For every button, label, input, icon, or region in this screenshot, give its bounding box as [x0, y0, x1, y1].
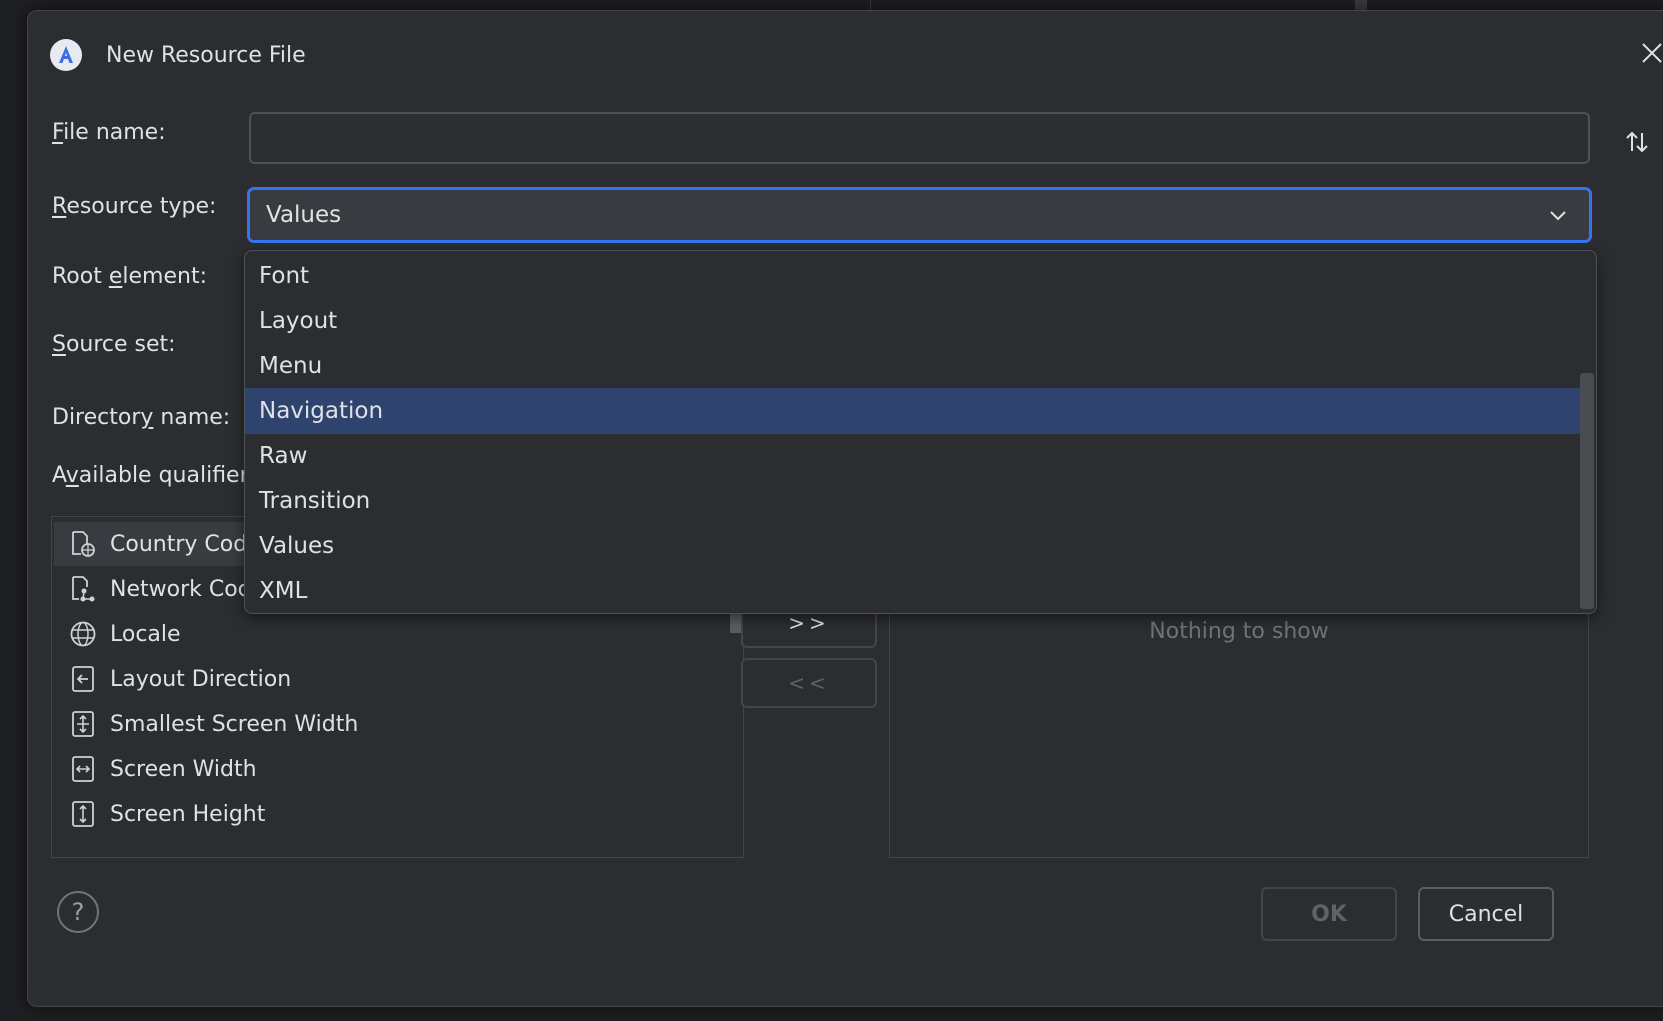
dropdown-option-raw[interactable]: Raw	[245, 433, 1580, 479]
directory-name-label: Directory name:	[52, 405, 231, 430]
dialog-title: New Resource File	[106, 42, 306, 68]
close-icon	[1642, 43, 1662, 63]
screen-height-icon	[68, 799, 98, 829]
network-code-icon	[68, 574, 98, 604]
dropdown-option-layout[interactable]: Layout	[245, 298, 1580, 344]
dropdown-option-values[interactable]: Values	[245, 523, 1580, 569]
chevron-down-icon	[1550, 211, 1566, 221]
help-button[interactable]: ?	[57, 891, 99, 933]
root-element-label: Root element:	[52, 264, 207, 289]
layout-direction-icon	[68, 664, 98, 694]
empty-state-text: Nothing to show	[1149, 619, 1329, 644]
android-studio-logo-icon	[50, 39, 82, 71]
available-qualifiers-label: Available qualifier	[52, 463, 249, 488]
new-resource-file-dialog: New Resource File File name: Resource ty…	[27, 10, 1663, 1007]
dropdown-option-xml[interactable]: XML	[245, 568, 1580, 613]
resource-type-select[interactable]: Values	[247, 187, 1592, 243]
qualifier-item-country-code[interactable]: Country Cod	[54, 522, 264, 566]
sort-toggle-button[interactable]	[1620, 125, 1654, 159]
dropdown-option-transition[interactable]: Transition	[245, 478, 1580, 524]
screen-width-icon	[68, 754, 98, 784]
country-code-icon	[68, 529, 98, 559]
resource-type-label: Resource type:	[52, 194, 217, 219]
globe-icon	[68, 619, 98, 649]
background-editor-strip	[870, 0, 871, 10]
dropdown-scrollbar[interactable]	[1580, 373, 1594, 609]
qualifier-item-screen-width[interactable]: Screen Width	[54, 747, 734, 791]
remove-qualifier-button[interactable]: <<	[741, 658, 877, 708]
resource-type-value: Values	[266, 202, 342, 228]
file-name-input[interactable]	[249, 112, 1590, 164]
title-bar: New Resource File	[50, 35, 306, 75]
sort-arrows-icon	[1626, 131, 1648, 153]
background-editor-strip-2	[1355, 0, 1367, 10]
dropdown-option-navigation[interactable]: Navigation	[245, 388, 1580, 434]
qualifier-item-screen-height[interactable]: Screen Height	[54, 792, 734, 836]
qualifier-item-layout-direction[interactable]: Layout Direction	[54, 657, 734, 701]
dropdown-option-font[interactable]: Font	[245, 253, 1580, 299]
source-set-label: Source set:	[52, 332, 176, 357]
close-button[interactable]	[1632, 33, 1663, 73]
smallest-screen-width-icon	[68, 709, 98, 739]
qualifier-item-locale[interactable]: Locale	[54, 612, 734, 656]
qualifier-item-smallest-screen-width[interactable]: Smallest Screen Width	[54, 702, 734, 746]
cancel-button[interactable]: Cancel	[1418, 887, 1554, 941]
resource-type-dropdown: Font Layout Menu Navigation Raw Transiti…	[244, 250, 1597, 614]
dropdown-option-menu[interactable]: Menu	[245, 343, 1580, 389]
ok-button[interactable]: OK	[1261, 887, 1397, 941]
file-name-label: File name:	[52, 120, 166, 145]
